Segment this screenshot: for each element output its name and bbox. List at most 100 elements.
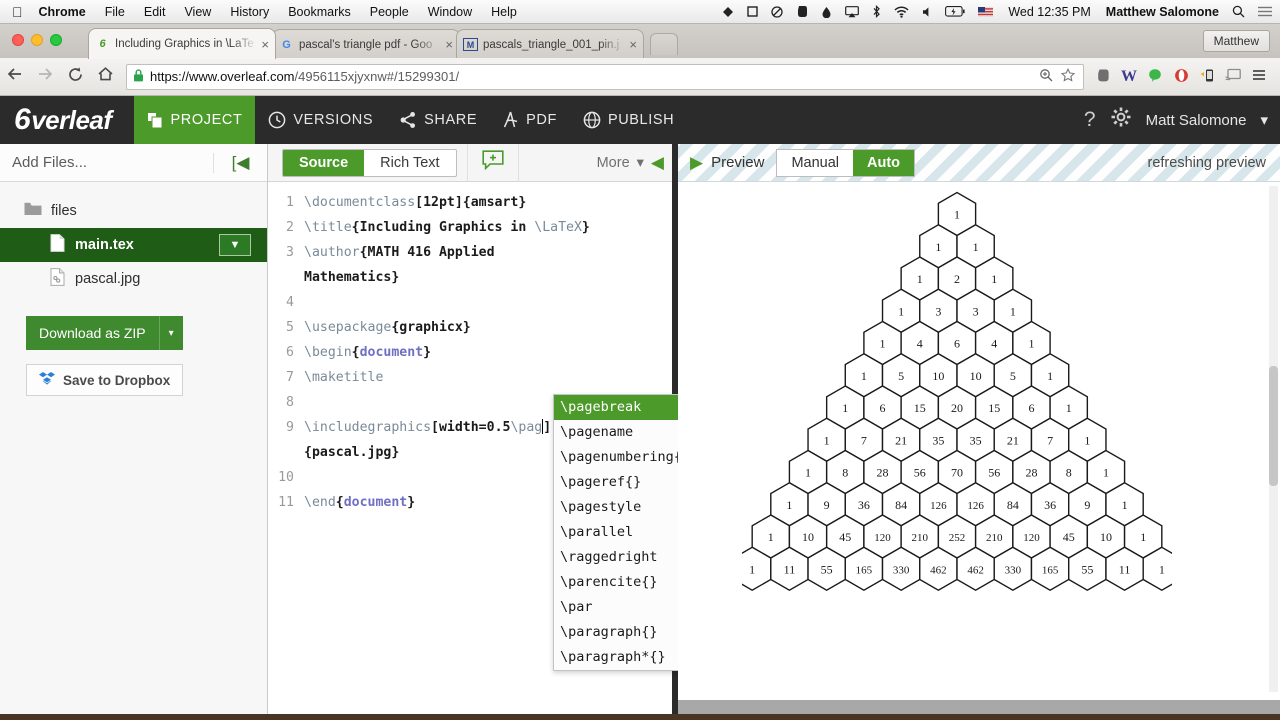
zoom-indicator-icon[interactable]	[1039, 68, 1053, 85]
back-button[interactable]	[0, 66, 30, 87]
close-tab-icon[interactable]: ×	[257, 37, 269, 52]
preview-scrollbar-thumb[interactable]	[1269, 366, 1278, 486]
chrome-menu-icon[interactable]	[1246, 68, 1272, 85]
menu-bar-user-name[interactable]: Matthew Salomone	[1106, 5, 1219, 19]
evernote-icon[interactable]	[796, 5, 808, 18]
pascal-cell-value: 10	[932, 369, 944, 383]
airplay-icon[interactable]	[845, 5, 860, 18]
save-to-dropbox-button[interactable]: Save to Dropbox	[26, 364, 184, 396]
browser-tab-google[interactable]: G pascal's triangle pdf - Goo ×	[272, 29, 460, 59]
collapse-editor-icon[interactable]: ◀	[651, 153, 664, 173]
nav-project[interactable]: PROJECT	[133, 96, 256, 144]
home-button[interactable]	[90, 66, 120, 87]
bluetooth-icon[interactable]	[872, 5, 881, 18]
wifi-icon[interactable]	[894, 5, 909, 18]
code-text[interactable]: \author{MATH 416 Applied	[304, 240, 495, 265]
nav-publish[interactable]: PUBLISH	[570, 96, 687, 144]
menu-item-people[interactable]: People	[370, 5, 409, 19]
menu-item-window[interactable]: Window	[428, 5, 472, 19]
download-zip-button[interactable]: Download as ZIP ▾	[26, 316, 183, 350]
code-text[interactable]: \begin{document}	[304, 340, 431, 365]
volume-icon[interactable]	[922, 6, 932, 18]
square-icon[interactable]	[747, 6, 759, 17]
file-tree-folder-files[interactable]: files	[0, 194, 267, 228]
nav-versions[interactable]: VERSIONS	[255, 96, 386, 144]
preview-vertical-scrollbar[interactable]	[1269, 186, 1278, 692]
download-zip-label: Download as ZIP	[26, 316, 159, 350]
download-zip-caret-icon[interactable]: ▾	[158, 316, 183, 350]
menu-item-file[interactable]: File	[105, 5, 125, 19]
browser-tab-image[interactable]: M pascals_triangle_001_pin.j ×	[456, 29, 644, 59]
play-icon[interactable]: ▶	[678, 153, 711, 173]
file-tree-item-main-tex[interactable]: main.tex ▼	[0, 228, 267, 262]
code-text[interactable]: \end{document}	[304, 490, 415, 515]
close-window-button[interactable]	[12, 34, 24, 46]
code-text[interactable]: {pascal.jpg}	[304, 440, 399, 465]
browser-tab-overleaf[interactable]: 6 Including Graphics in \LaTe ×	[88, 28, 276, 59]
opera-extension-icon[interactable]	[1168, 68, 1194, 86]
reload-button[interactable]	[60, 66, 90, 88]
more-menu-button[interactable]: More ▾ ◀	[597, 153, 672, 173]
nav-pdf[interactable]: PDF	[490, 96, 570, 144]
code-text[interactable]: Mathematics}	[304, 265, 399, 290]
preview-body[interactable]: 1 1 1 1 2 1 1 3 3 1 1 4 6 4 1 1 5 10 10 5 1 1 6 15 20 15 6 1 1 7 21 35 3…	[678, 182, 1280, 714]
account-name[interactable]: Matt Salomone	[1146, 112, 1247, 129]
code-text[interactable]: \title{Including Graphics in \LaTeX}	[304, 215, 590, 240]
notification-center-icon[interactable]	[1258, 6, 1272, 17]
new-tab-button[interactable]	[650, 32, 678, 55]
menu-item-chrome[interactable]: Chrome	[39, 5, 86, 19]
minimize-window-button[interactable]	[31, 34, 43, 46]
code-text[interactable]: \documentclass[12pt]{amsart}	[304, 190, 526, 215]
evernote-extension-icon[interactable]	[1090, 68, 1116, 86]
line-number: 4	[286, 295, 294, 310]
cast-extension-icon[interactable]	[1220, 68, 1246, 85]
account-caret-icon[interactable]: ▾	[1260, 111, 1268, 129]
gear-icon[interactable]	[1110, 106, 1132, 134]
macos-menu-bar:  Chrome File Edit View History Bookmark…	[0, 0, 1280, 24]
tab-rich-text[interactable]: Rich Text	[364, 150, 455, 176]
forward-button[interactable]	[30, 66, 60, 87]
pascal-cell-value: 1	[935, 240, 941, 254]
code-text[interactable]: \usepackage{graphicx}	[304, 315, 471, 340]
menu-item-bookmarks[interactable]: Bookmarks	[288, 5, 351, 19]
menu-item-help[interactable]: Help	[491, 5, 517, 19]
chrome-profile-button[interactable]: Matthew	[1202, 30, 1270, 52]
file-menu-caret-icon[interactable]: ▼	[219, 234, 251, 256]
code-text[interactable]: \includegraphics[width=0.5\pag]	[304, 415, 551, 440]
mobile-device-extension-icon[interactable]	[1194, 68, 1220, 86]
add-files-button[interactable]: Add Files...	[0, 154, 213, 171]
wikipedia-extension-icon[interactable]: W	[1116, 68, 1142, 86]
nav-share[interactable]: SHARE	[386, 96, 490, 144]
menu-item-view[interactable]: View	[184, 5, 211, 19]
file-tree-label: main.tex	[75, 237, 134, 253]
help-icon[interactable]: ?	[1084, 108, 1096, 132]
droplet-icon[interactable]	[821, 6, 832, 18]
collapse-sidebar-icon[interactable]: [◀	[213, 152, 267, 173]
apple-menu-icon[interactable]: 	[12, 5, 23, 19]
tab-source[interactable]: Source	[283, 149, 365, 176]
spotlight-search-icon[interactable]	[1232, 5, 1245, 18]
button-auto[interactable]: Auto	[853, 149, 915, 176]
close-tab-icon[interactable]: ×	[441, 37, 453, 52]
overleaf-logo[interactable]: 6 verleaf	[0, 103, 134, 137]
line-number: 9	[286, 420, 294, 435]
maximize-window-button[interactable]	[50, 34, 62, 46]
dropbox-icon[interactable]	[722, 6, 734, 18]
pascal-cell-value: 5	[898, 369, 904, 383]
bookmark-star-icon[interactable]	[1060, 67, 1076, 85]
button-manual[interactable]: Manual	[777, 150, 853, 176]
file-tree-item-pascal-jpg[interactable]: pascal.jpg	[0, 262, 267, 296]
battery-icon[interactable]	[945, 6, 965, 17]
preview-horizontal-scrollbar[interactable]	[678, 700, 1280, 714]
menu-item-edit[interactable]: Edit	[144, 5, 166, 19]
input-flag-icon[interactable]	[978, 6, 994, 17]
chat-bubble-extension-icon[interactable]	[1142, 68, 1168, 86]
close-tab-icon[interactable]: ×	[625, 37, 637, 52]
code-text[interactable]: \maketitle	[304, 365, 383, 390]
add-comment-icon[interactable]	[478, 149, 508, 176]
menu-bar-clock[interactable]: Wed 12:35 PM	[1008, 5, 1090, 19]
pascal-cell-value: 21	[895, 433, 907, 447]
address-bar[interactable]: https://www.overleaf.com/4956115xjyxnw#/…	[126, 63, 1084, 90]
do-not-disturb-icon[interactable]	[771, 5, 783, 18]
menu-item-history[interactable]: History	[230, 5, 269, 19]
